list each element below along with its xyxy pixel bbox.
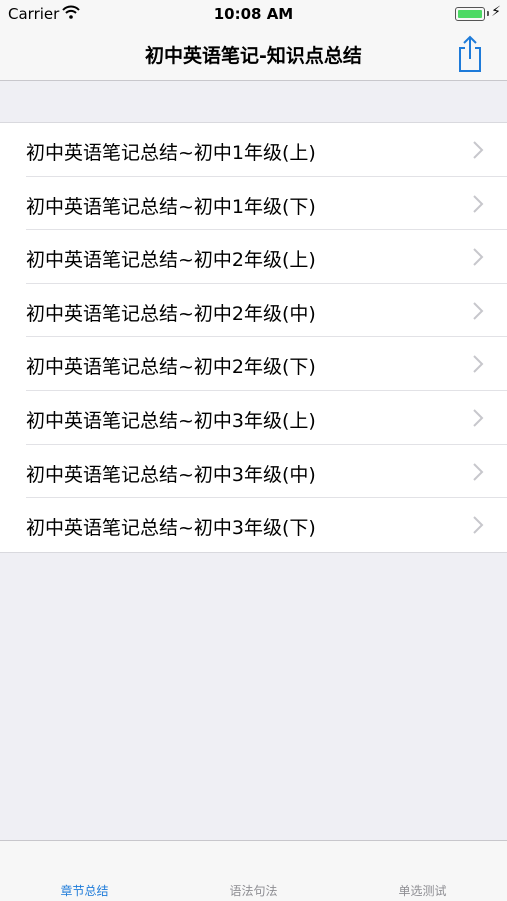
list-item-label: 初中英语笔记总结~初中3年级(中) [26,463,316,486]
chevron-right-icon [473,355,484,374]
tab-3[interactable]: 单选测试 [338,841,507,901]
chevron-right-icon [473,141,484,159]
list-item-label: 初中英语笔记总结~初中1年级(上) [26,142,316,164]
tab-label: 语法句法 [229,884,278,898]
list-item-label: 初中英语笔记总结~初中3年级(上) [26,409,316,432]
list-item[interactable]: 初中英语笔记总结~初中2年级(下) [0,337,507,391]
tab-label: 单选测试 [398,884,447,898]
tab-label: 章节总结 [60,884,109,898]
tab-2[interactable]: 语法句法 [169,841,338,901]
chevron-right-icon [473,302,484,320]
list-item-label: 初中英语笔记总结~初中2年级(上) [26,249,316,272]
list-item-label: 初中英语笔记总结~初中3年级(下) [26,517,316,540]
list-item-label: 初中英语笔记总结~初中1年级(下) [26,195,316,218]
list-item[interactable]: 初中英语笔记总结~初中2年级(上) [0,230,507,284]
battery-icon [455,7,485,21]
list-item[interactable]: 初中英语笔记总结~初中3年级(下) [0,498,507,552]
chevron-right-icon [473,409,484,427]
list-item[interactable]: 初中英语笔记总结~初中2年级(中) [0,284,507,338]
page-title: 初中英语笔记-知识点总结 [145,45,362,67]
list-item[interactable]: 初中英语笔记总结~初中1年级(下) [0,177,507,231]
bolt-icon: ⚡ [491,4,501,20]
status-bar: Carrier 10:08 AM ⚡ [0,0,507,28]
list-item[interactable]: 初中英语笔记总结~初中3年级(中) [0,445,507,499]
list-item[interactable]: 初中英语笔记总结~初中3年级(上) [0,391,507,445]
tab-bar: 章节总结 语法句法 单选测试 [0,840,507,901]
chevron-right-icon [473,516,484,534]
navigation-bar: 初中英语笔记-知识点总结 [0,28,507,81]
list-item-label: 初中英语笔记总结~初中2年级(中) [26,302,316,325]
chevron-right-icon [473,462,484,481]
battery-tip [487,11,489,16]
chevron-right-icon [473,194,484,213]
share-icon[interactable] [453,34,487,74]
chevron-right-icon [473,248,484,266]
status-time: 10:08 AM [213,5,294,23]
tab-1[interactable]: 章节总结 [0,841,169,901]
list-item-label: 初中英语笔记总结~初中2年级(下) [26,356,316,379]
list-item[interactable]: 初中英语笔记总结~初中1年级(上) [0,123,507,177]
chapter-list: 初中英语笔记总结~初中1年级(上) 初中英语笔记总结~初中1年级(下) 初中英语笔记… [0,122,507,553]
